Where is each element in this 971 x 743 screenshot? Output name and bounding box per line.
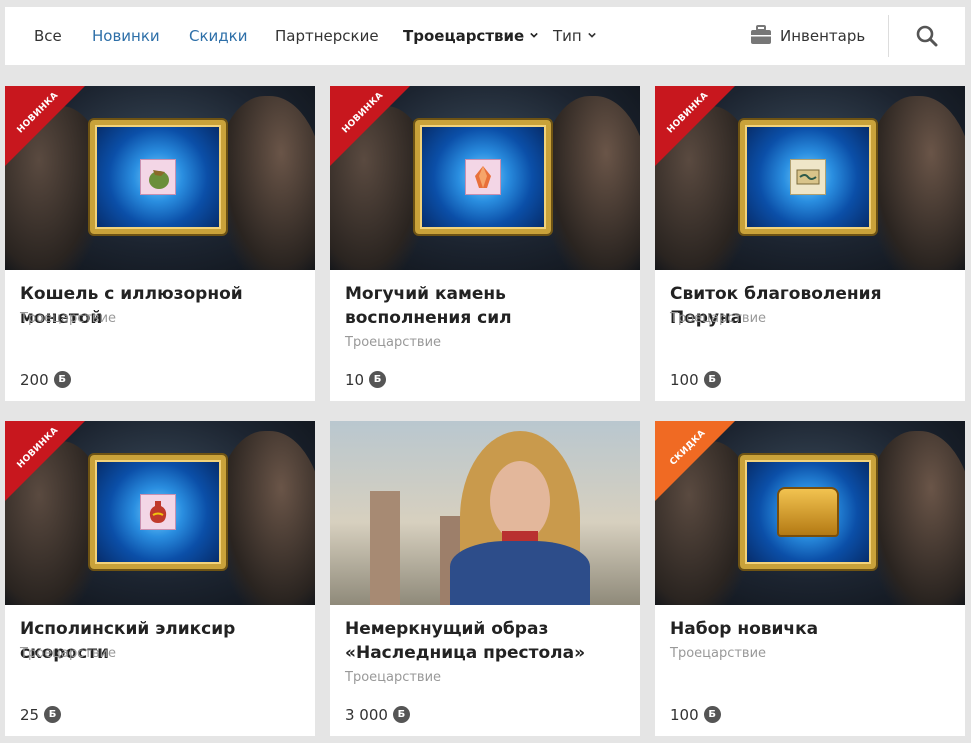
inventory-label: Инвентарь bbox=[780, 27, 866, 45]
elixir-icon bbox=[140, 494, 176, 530]
price-value: 100 bbox=[670, 371, 699, 389]
item-frame bbox=[740, 455, 876, 569]
tab-game-filter[interactable]: Троецарствие bbox=[403, 27, 538, 45]
bonus-coin-icon: Б bbox=[703, 370, 721, 388]
product-price: 3 000 Б bbox=[345, 705, 410, 724]
product-card[interactable]: НОВИНКА Кошель с иллюзорной монетой Трое… bbox=[5, 86, 315, 401]
product-title: Могучий камень восполнения сил bbox=[345, 284, 512, 328]
price-value: 3 000 bbox=[345, 706, 388, 724]
product-category: Троецарствие bbox=[670, 311, 767, 326]
product-price: 25 Б bbox=[20, 705, 62, 724]
product-category: Троецарствие bbox=[345, 670, 442, 685]
treasure-chest-icon bbox=[777, 487, 839, 537]
new-badge: НОВИНКА bbox=[5, 421, 85, 501]
pouch-icon bbox=[140, 159, 176, 195]
tab-type-filter-label: Тип bbox=[553, 27, 582, 45]
new-badge: НОВИНКА bbox=[330, 86, 410, 166]
product-card[interactable]: НОВИНКА Могучий камень восполнения сил Т… bbox=[330, 86, 640, 401]
product-price: 200 Б bbox=[20, 370, 71, 389]
product-image bbox=[330, 421, 640, 605]
inventory-button[interactable]: Инвентарь bbox=[750, 25, 866, 45]
price-value: 25 bbox=[20, 706, 40, 724]
product-price: 10 Б bbox=[345, 370, 387, 389]
product-category: Троецарствие bbox=[20, 646, 117, 661]
tab-game-filter-label: Троецарствие bbox=[403, 27, 525, 45]
product-image: НОВИНКА bbox=[5, 86, 315, 270]
bonus-coin-icon: Б bbox=[44, 705, 62, 723]
new-badge: НОВИНКА bbox=[5, 86, 85, 166]
product-title: Немеркнущий образ «Наследница престола» bbox=[345, 619, 586, 663]
chevron-down-icon bbox=[587, 32, 596, 38]
product-image: СКИДКА bbox=[655, 421, 965, 605]
price-value: 100 bbox=[670, 706, 699, 724]
price-value: 10 bbox=[345, 371, 365, 389]
product-category: Троецарствие bbox=[345, 335, 442, 350]
item-frame bbox=[90, 455, 226, 569]
new-badge: НОВИНКА bbox=[655, 86, 735, 166]
price-value: 200 bbox=[20, 371, 49, 389]
item-frame bbox=[415, 120, 551, 234]
search-icon[interactable] bbox=[916, 25, 938, 47]
briefcase-icon bbox=[751, 25, 771, 44]
product-image: НОВИНКА bbox=[330, 86, 640, 270]
bonus-coin-icon: Б bbox=[392, 705, 410, 723]
scroll-icon bbox=[790, 159, 826, 195]
tab-type-filter[interactable]: Тип bbox=[553, 27, 596, 45]
product-image: НОВИНКА bbox=[5, 421, 315, 605]
product-card[interactable]: Немеркнущий образ «Наследница престола» … bbox=[330, 421, 640, 736]
stone-icon bbox=[465, 159, 501, 195]
chevron-down-icon bbox=[530, 32, 538, 38]
product-card[interactable]: СКИДКА Набор новичка Троецарствие 100 Б bbox=[655, 421, 965, 736]
sale-badge: СКИДКА bbox=[655, 421, 735, 501]
product-card[interactable]: НОВИНКА Свиток благоволения Перуна Троец… bbox=[655, 86, 965, 401]
nav-divider bbox=[888, 15, 889, 57]
product-price: 100 Б bbox=[670, 705, 721, 724]
product-image: НОВИНКА bbox=[655, 86, 965, 270]
tab-discounts[interactable]: Скидки bbox=[189, 27, 247, 45]
tab-partner[interactable]: Партнерские bbox=[275, 27, 379, 45]
product-category: Троецарствие bbox=[20, 311, 117, 326]
product-price: 100 Б bbox=[670, 370, 721, 389]
bonus-coin-icon: Б bbox=[703, 705, 721, 723]
bonus-coin-icon: Б bbox=[53, 370, 71, 388]
tab-all[interactable]: Все bbox=[34, 27, 62, 45]
product-title: Набор новичка bbox=[670, 619, 819, 639]
item-frame bbox=[740, 120, 876, 234]
product-card[interactable]: НОВИНКА Исполинский эликсир скорости Тро… bbox=[5, 421, 315, 736]
product-category: Троецарствие bbox=[670, 646, 767, 661]
tab-new[interactable]: Новинки bbox=[92, 27, 160, 45]
bonus-coin-icon: Б bbox=[369, 370, 387, 388]
top-nav: Все Новинки Скидки Партнерские Троецарст… bbox=[5, 7, 965, 65]
item-frame bbox=[90, 120, 226, 234]
